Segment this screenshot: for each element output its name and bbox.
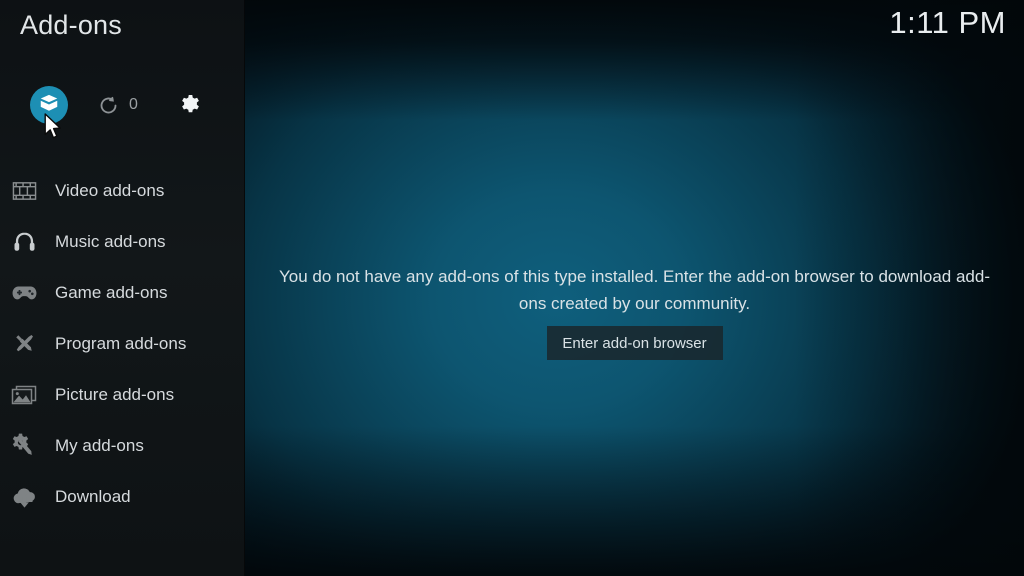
toolbar-settings-button[interactable] [178,80,203,126]
toolbar-addon-browser-button[interactable] [30,80,68,126]
gear-wrench-icon [9,431,39,461]
empty-state-message: You do not have any add-ons of this type… [278,267,990,313]
tools-icon [9,329,39,359]
film-icon [9,176,39,206]
sidebar-item-label: Music add-ons [55,231,166,251]
sidebar-item-label: Picture add-ons [55,384,175,404]
page-title: Add-ons [20,10,122,40]
clock: 1:11 PM [889,5,1006,40]
headphones-icon [9,227,39,257]
gamepad-icon [9,278,39,308]
main-content: You do not have any add-ons of this type… [245,0,1024,576]
gear-icon [178,93,203,118]
sidebar-toolbar: 0 [0,80,245,128]
sidebar-item-label: Game add-ons [55,282,168,302]
sidebar-item-download[interactable]: Download [0,471,245,522]
sidebar-item-program-addons[interactable]: Program add-ons [0,318,245,369]
toolbar-check-updates-button[interactable]: 0 [98,80,138,126]
update-count: 0 [129,96,138,113]
image-icon [9,380,39,410]
sidebar-menu: Video add-ons Music add-ons Game add-ons… [0,165,245,522]
enter-addon-browser-button[interactable]: Enter add-on browser [546,326,723,360]
sidebar-item-label: My add-ons [55,435,144,455]
sidebar-item-game-addons[interactable]: Game add-ons [0,267,245,318]
sidebar-item-picture-addons[interactable]: Picture add-ons [0,369,245,420]
addon-browser-circle [30,86,68,124]
sidebar-item-label: Program add-ons [55,333,187,353]
sidebar-item-my-addons[interactable]: My add-ons [0,420,245,471]
sidebar-item-label: Download [55,486,131,506]
sidebar-item-label: Video add-ons [55,180,165,200]
box-icon [38,92,60,119]
cloud-download-icon [9,482,39,512]
sidebar-item-music-addons[interactable]: Music add-ons [0,216,245,267]
sidebar-item-video-addons[interactable]: Video add-ons [0,165,245,216]
refresh-icon [98,95,119,116]
kodi-addons-screen: You do not have any add-ons of this type… [0,0,1024,576]
